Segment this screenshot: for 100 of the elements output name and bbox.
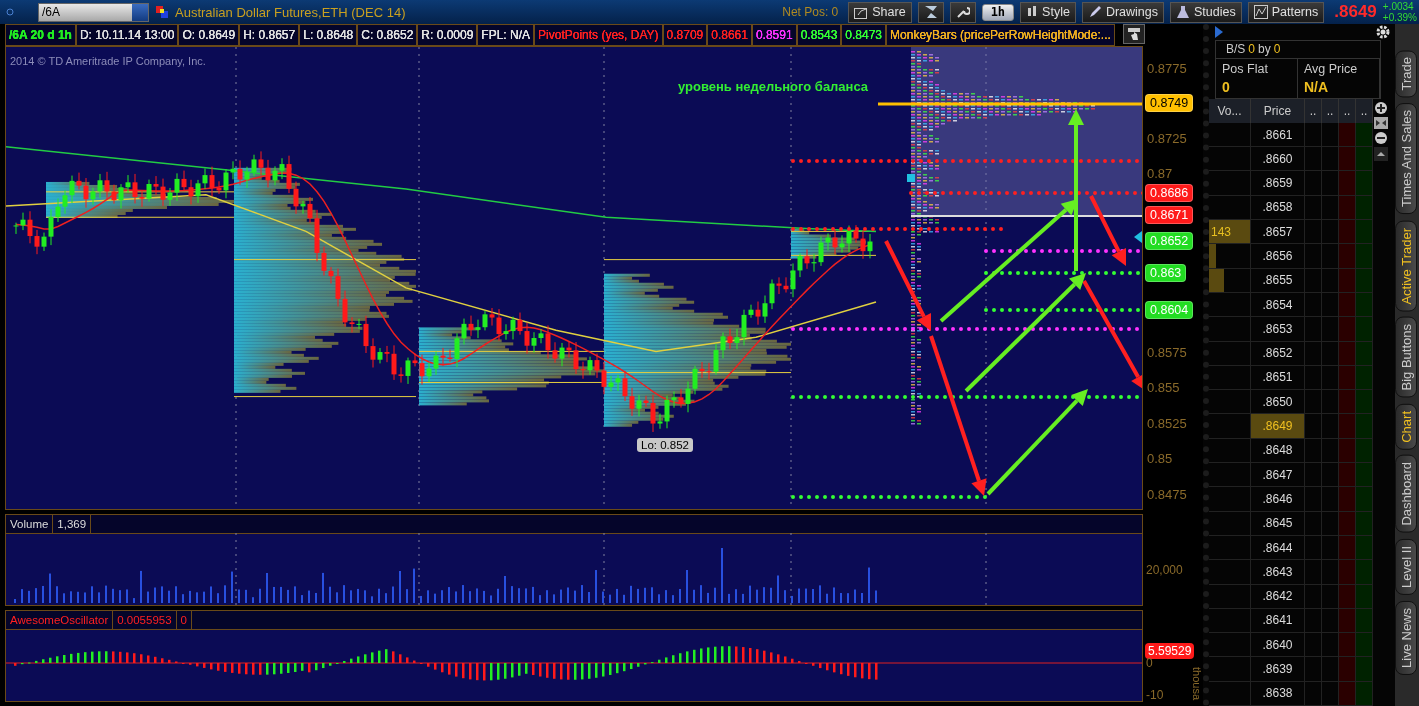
price-tick: 0.8775 (1147, 60, 1187, 76)
side-tab[interactable]: Big Buttons (1395, 317, 1417, 398)
price-badge: 0.8749 (1145, 94, 1194, 112)
price-tick: 0.8525 (1147, 415, 1187, 431)
price-cell[interactable]: .8655 (1251, 268, 1305, 292)
toolbar-button[interactable]: Studies (1170, 1, 1242, 23)
chart-symbol: /6A 20 d 1h (5, 24, 76, 46)
volume-count: 143 (1210, 224, 1232, 239)
quote-field: FPL: N/A (477, 24, 535, 46)
price-cell[interactable]: .8642 (1251, 584, 1305, 608)
quote-field: O: 0.8649 (178, 24, 240, 46)
percent-change: +0.39% (1382, 12, 1417, 23)
oscillator-value: 0 (176, 611, 192, 629)
price-cell[interactable]: .8654 (1251, 292, 1305, 317)
study-name: PivotPoints (yes, DAY) (534, 24, 663, 46)
price-cell[interactable]: .8660 (1251, 147, 1305, 171)
panel-title: Volume (6, 515, 54, 533)
study-value: 0.8473 (841, 24, 887, 46)
column-header[interactable]: .. (1305, 98, 1322, 123)
price-cell[interactable]: .8646 (1251, 487, 1305, 511)
column-header[interactable]: Vo... (1209, 98, 1251, 123)
side-tab[interactable]: Level II (1395, 539, 1417, 595)
quote-field: C: 0.8652 (357, 24, 418, 46)
overlay-name: MonkeyBars (pricePerRowHeightMode:... (886, 24, 1115, 46)
price-cell[interactable]: .8640 (1251, 633, 1305, 657)
price-tick: 0.8575 (1147, 344, 1187, 360)
position-label: Avg Price (1304, 61, 1359, 76)
price-cell[interactable]: .8645 (1251, 511, 1305, 535)
instrument-title: Australian Dollar Futures,ETH (DEC 14) (175, 4, 406, 20)
position-value: 0 (1222, 78, 1231, 95)
panel-title: AwesomeOscillator (6, 611, 114, 629)
column-header[interactable]: .. (1322, 98, 1339, 123)
study-value: 0.8543 (796, 24, 842, 46)
bs-value: 0 (1273, 42, 1281, 57)
price-cell[interactable]: .8647 (1251, 463, 1305, 487)
study-value: 0.8591 (751, 24, 797, 46)
position-value: N/A (1304, 78, 1330, 95)
annotation-text: уровень недельного баланса (678, 79, 869, 94)
quote-field: L: 0.8648 (299, 24, 358, 46)
side-tab[interactable]: Chart (1395, 403, 1417, 450)
price-cell[interactable]: .8648 (1251, 438, 1305, 463)
price-cell[interactable]: .8650 (1251, 390, 1305, 414)
side-tab[interactable]: Live News (1395, 600, 1417, 675)
side-tab[interactable]: Trade (1395, 50, 1417, 98)
price-change: +.0034 (1382, 1, 1415, 12)
price-tick: 0.85 (1147, 450, 1173, 466)
price-cell[interactable]: .8653 (1251, 317, 1305, 341)
price-badge: 0.8604 (1145, 301, 1194, 319)
oscillator-badge: 5.59529 (1145, 643, 1195, 659)
position-label: Pos Flat (1222, 61, 1269, 76)
quote-field: R: 0.0009 (417, 24, 478, 46)
toolbar-button[interactable]: Style (1020, 1, 1076, 23)
column-header[interactable]: .. (1339, 98, 1356, 123)
net-position: Net Pos: 0 (782, 5, 839, 19)
volume-value: 1,369 (53, 515, 92, 533)
side-tab[interactable]: Times And Sales (1395, 103, 1417, 215)
price-cell[interactable]: .8656 (1251, 244, 1305, 268)
period-button[interactable]: 1h (981, 3, 1015, 21)
bs-label: B/S (1226, 42, 1246, 57)
price-cell[interactable]: .8652 (1251, 341, 1305, 365)
oscillator-value: 0.0055953 (113, 611, 177, 629)
low-price-label: Lo: 0.852 (637, 438, 693, 452)
axis-unit: thousa (1191, 666, 1203, 700)
toolbar-button[interactable]: Patterns (1247, 1, 1325, 23)
oscillator-tick: -10 (1146, 688, 1164, 702)
bs-value: 0 (1248, 42, 1256, 57)
price-cell[interactable]: .8658 (1251, 195, 1305, 220)
volume-tick: 20,000 (1146, 563, 1183, 577)
price-cell[interactable]: .8651 (1251, 365, 1305, 390)
price-cell[interactable]: .8641 (1251, 608, 1305, 633)
toolbar-button[interactable]: Drawings (1081, 1, 1164, 23)
price-cell[interactable]: .8661 (1251, 122, 1305, 147)
price-tick: 0.855 (1147, 379, 1180, 395)
study-value: 0.8661 (707, 24, 752, 46)
price-cell[interactable]: .8638 (1251, 681, 1305, 705)
copyright-text: 2014 © TD Ameritrade IP Company, Inc. (10, 55, 206, 67)
price-cell[interactable]: .8659 (1251, 171, 1305, 195)
last-price: .8649 (1334, 2, 1377, 22)
price-tick: 0.8725 (1147, 130, 1187, 146)
side-tab[interactable]: Dashboard (1395, 455, 1417, 534)
price-cell[interactable]: .8649 (1251, 414, 1305, 438)
price-badge: 0.8686 (1145, 184, 1194, 202)
price-badge: 0.8652 (1145, 232, 1194, 250)
share-button[interactable]: Share (848, 1, 912, 23)
price-badge: 0.8671 (1145, 206, 1194, 224)
column-header[interactable]: .. (1356, 98, 1373, 123)
price-tick: 0.87 (1147, 165, 1173, 181)
quote-field: H: 0.8657 (239, 24, 300, 46)
price-tick: 0.8475 (1147, 486, 1187, 502)
symbol-field[interactable]: /6A (38, 2, 149, 22)
side-tab[interactable]: Active Trader (1395, 220, 1417, 312)
price-cell[interactable]: .8644 (1251, 535, 1305, 560)
price-cell[interactable]: .8643 (1251, 560, 1305, 584)
price-cell[interactable]: .8657 (1251, 220, 1305, 244)
column-header[interactable]: Price (1251, 98, 1305, 123)
quote-field: D: 10.11.14 13:00 (75, 24, 179, 46)
study-value: 0.8709 (662, 24, 708, 46)
price-cell[interactable]: .8639 (1251, 657, 1305, 681)
oscillator-tick: 0 (1146, 656, 1153, 670)
bs-label: by (1258, 42, 1271, 57)
